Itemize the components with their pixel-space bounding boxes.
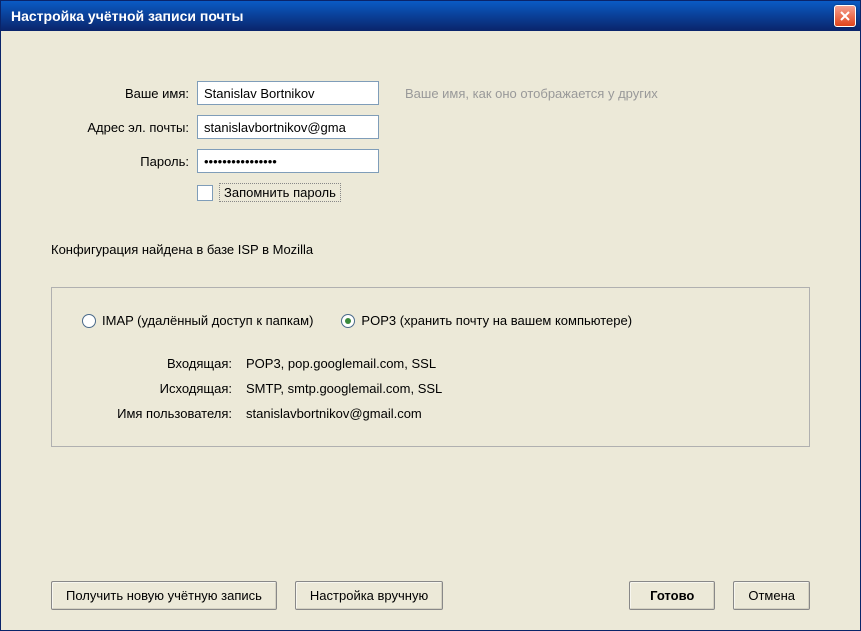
outgoing-row: Исходящая: SMTP, smtp.googlemail.com, SS… bbox=[102, 381, 779, 396]
email-input[interactable] bbox=[197, 115, 379, 139]
remember-label[interactable]: Запомнить пароль bbox=[219, 183, 341, 202]
close-button[interactable] bbox=[834, 5, 856, 27]
dialog-window: Настройка учётной записи почты Ваше имя:… bbox=[0, 0, 861, 631]
titlebar: Настройка учётной записи почты bbox=[1, 1, 860, 31]
name-input[interactable] bbox=[197, 81, 379, 105]
incoming-row: Входящая: POP3, pop.googlemail.com, SSL bbox=[102, 356, 779, 371]
manual-config-button[interactable]: Настройка вручную bbox=[295, 581, 443, 610]
cancel-button[interactable]: Отмена bbox=[733, 581, 810, 610]
pop3-radio-option[interactable]: POP3 (хранить почту на вашем компьютере) bbox=[341, 313, 632, 328]
remember-checkbox[interactable] bbox=[197, 185, 213, 201]
new-account-button[interactable]: Получить новую учётную запись bbox=[51, 581, 277, 610]
dialog-content: Ваше имя: Ваше имя, как оно отображается… bbox=[1, 31, 860, 630]
imap-radio-icon bbox=[82, 314, 96, 328]
config-box: IMAP (удалённый доступ к папкам) POP3 (х… bbox=[51, 287, 810, 447]
email-label: Адрес эл. почты: bbox=[51, 120, 189, 135]
incoming-label: Входящая: bbox=[102, 356, 232, 371]
button-bar: Получить новую учётную запись Настройка … bbox=[51, 551, 810, 610]
username-label: Имя пользователя: bbox=[102, 406, 232, 421]
name-row: Ваше имя: Ваше имя, как оно отображается… bbox=[51, 81, 810, 105]
outgoing-label: Исходящая: bbox=[102, 381, 232, 396]
name-hint: Ваше имя, как оно отображается у других bbox=[405, 86, 658, 101]
remember-row: Запомнить пароль bbox=[197, 183, 810, 202]
username-value: stanislavbortnikov@gmail.com bbox=[246, 406, 422, 421]
incoming-value: POP3, pop.googlemail.com, SSL bbox=[246, 356, 436, 371]
done-button[interactable]: Готово bbox=[629, 581, 715, 610]
config-details: Входящая: POP3, pop.googlemail.com, SSL … bbox=[102, 356, 779, 421]
email-row: Адрес эл. почты: bbox=[51, 115, 810, 139]
password-row: Пароль: bbox=[51, 149, 810, 173]
protocol-radio-group: IMAP (удалённый доступ к папкам) POP3 (х… bbox=[82, 313, 779, 328]
password-label: Пароль: bbox=[51, 154, 189, 169]
form-section: Ваше имя: Ваше имя, как оно отображается… bbox=[51, 81, 810, 202]
name-label: Ваше имя: bbox=[51, 86, 189, 101]
username-row: Имя пользователя: stanislavbortnikov@gma… bbox=[102, 406, 779, 421]
outgoing-value: SMTP, smtp.googlemail.com, SSL bbox=[246, 381, 442, 396]
imap-radio-label: IMAP (удалённый доступ к папкам) bbox=[102, 313, 313, 328]
pop3-radio-icon bbox=[341, 314, 355, 328]
password-input[interactable] bbox=[197, 149, 379, 173]
window-title: Настройка учётной записи почты bbox=[11, 8, 244, 24]
status-text: Конфигурация найдена в базе ISP в Mozill… bbox=[51, 242, 810, 257]
close-icon bbox=[839, 10, 851, 22]
imap-radio-option[interactable]: IMAP (удалённый доступ к папкам) bbox=[82, 313, 313, 328]
pop3-radio-label: POP3 (хранить почту на вашем компьютере) bbox=[361, 313, 632, 328]
